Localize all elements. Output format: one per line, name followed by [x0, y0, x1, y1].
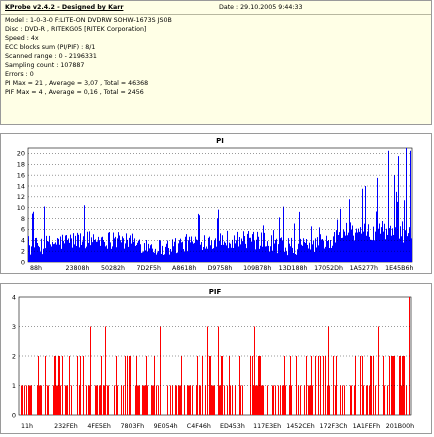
pi-chart-panel: PI 0 2 4 6 8 10 12 14 16 18 20 88h 23808h 50282h 7D2F5h…: [0, 133, 432, 274]
x-tick-label: A8618h: [172, 265, 196, 272]
y-tick-label: 10: [17, 204, 25, 212]
info-pif-stats: PIF Max = 4 , Average = 0,16 , Total = 2…: [5, 89, 144, 96]
y-tick-label: 12: [17, 193, 25, 201]
x-tick-label: 1A5277h: [350, 265, 378, 272]
x-tick-label: 1E45B6h: [385, 265, 413, 272]
chart-title: PIF: [209, 288, 222, 296]
x-tick-label: 1452CEh: [286, 423, 314, 430]
x-tick-label: 7D2F5h: [137, 265, 161, 272]
header-divider: [1, 14, 431, 15]
x-tick-label: 88h: [30, 265, 42, 272]
x-tick-label: 4FE5Eh: [87, 423, 111, 430]
y-tick-label: 16: [17, 171, 25, 179]
x-tick-label: 1A1FEFh: [353, 423, 381, 430]
x-tick-label: 232FEh: [54, 423, 78, 430]
y-tick-label: 14: [17, 182, 25, 190]
x-tick-label: 50282h: [101, 265, 125, 272]
x-tick-label: 17052Dh: [314, 265, 343, 272]
x-tick-label: 9E054h: [154, 423, 178, 430]
x-tick-label: 13D188h: [279, 265, 308, 272]
info-panel: KProbe v2.4.2 - Designed by Karr Date : …: [0, 0, 432, 125]
y-tick-label: 3: [12, 323, 16, 331]
scan-date: Date : 29.10.2005 9:44:33: [219, 4, 303, 11]
y-tick-label: 18: [17, 161, 25, 169]
y-tick-label: 0: [12, 411, 16, 419]
y-tick-label: 4: [12, 293, 16, 301]
pi-chart: PI 0 2 4 6 8 10 12 14 16 18 20 88h 23808h 50282h 7D2F5h…: [17, 137, 414, 272]
x-tick-label: D9758h: [208, 265, 233, 272]
chart-title: PI: [216, 137, 224, 145]
x-tick-label: 7803Fh: [120, 423, 144, 430]
y-tick-label: 6: [21, 226, 25, 234]
y-tick-label: 2: [21, 247, 25, 255]
y-tick-label: 1: [12, 382, 16, 390]
info-sampling-count: Sampling count : 107887: [5, 62, 85, 69]
info-model: Model : 1-0-3-0 F:LITE-ON DVDRW SOHW-167…: [5, 17, 172, 24]
x-tick-label: ED453h: [220, 423, 245, 430]
info-pi-stats: PI Max = 21 , Average = 3,07 , Total = 4…: [5, 80, 149, 87]
x-tick-label: 23808h: [66, 265, 90, 272]
x-tick-label: 201B00h: [386, 423, 414, 430]
y-tick-label: 20: [17, 150, 25, 158]
y-tick-label: 8: [21, 215, 25, 223]
x-tick-label: 109B78h: [243, 265, 271, 272]
y-tick-label: 0: [21, 258, 25, 266]
pif-chart: PIF 0 1 2 3 4 11h 232FEh 4FE5Eh 7803Fh 9E054h C4F46…: [12, 288, 414, 430]
x-tick-label: 172F3Ch: [319, 423, 347, 430]
x-tick-label: 11h: [21, 423, 33, 430]
x-tick-label: 117E3Eh: [253, 423, 281, 430]
info-scanned-range: Scanned range : 0 - 2196331: [5, 53, 97, 60]
info-ecc-blocks: ECC blocks sum (PI/PIF) : 8/1: [5, 44, 96, 51]
y-tick-label: 4: [21, 237, 25, 245]
pif-chart-panel: PIF 0 1 2 3 4 11h 232FEh 4FE5Eh 7803Fh 9E054h C4F46…: [0, 283, 432, 434]
info-errors: Errors : 0: [5, 71, 34, 78]
app-title: KProbe v2.4.2 - Designed by Karr: [5, 4, 124, 11]
x-tick-label: C4F46h: [187, 423, 211, 430]
info-disc: Disc : DVD-R , RITEKG05 [RITEK Corporati…: [5, 26, 147, 33]
info-speed: Speed : 4x: [5, 35, 39, 42]
y-tick-label: 2: [12, 352, 16, 360]
